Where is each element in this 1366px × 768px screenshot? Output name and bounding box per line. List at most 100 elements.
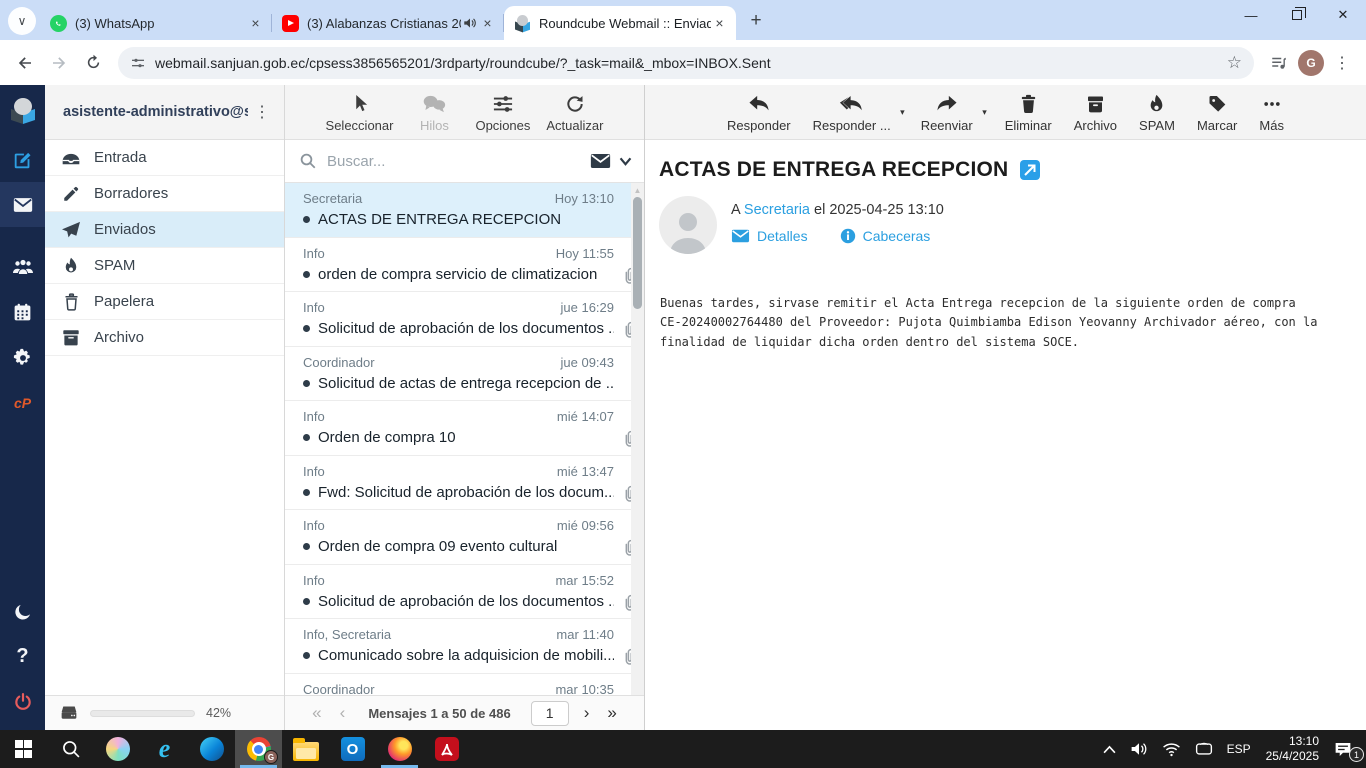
prev-page-button[interactable]: ‹ — [337, 703, 349, 723]
message-list-item[interactable]: Info mié 14:07 Orden de compra 10 — [285, 401, 644, 456]
mark-button[interactable]: Marcar — [1189, 93, 1245, 133]
reply-all-dropdown-icon[interactable]: ▾ — [900, 107, 905, 118]
list-toolbar: Seleccionar Hilos Opciones Actualizar — [285, 85, 644, 140]
firefox-icon[interactable] — [376, 730, 423, 768]
browser-tab[interactable]: Roundcube Webmail :: Enviados × — [504, 6, 736, 40]
search-scope[interactable] — [590, 153, 632, 169]
maximize-button[interactable] — [1274, 0, 1320, 30]
copilot-icon[interactable] — [94, 730, 141, 768]
acrobat-icon[interactable] — [423, 730, 470, 768]
url-text[interactable]: webmail.sanjuan.gob.ec/cpsess3856565201/… — [155, 55, 1212, 71]
message-date: mar 11:40 — [556, 627, 614, 642]
cast-icon[interactable] — [1188, 730, 1220, 768]
reply-all-button[interactable]: Responder ... ▾ — [805, 93, 905, 133]
message-list-item[interactable]: Info Hoy 11:55 orden de compra servicio de… — [285, 238, 644, 292]
message-list-item[interactable]: Info mié 09:56 Orden de compra 09 evento c… — [285, 510, 644, 565]
next-page-button[interactable]: › — [581, 703, 593, 723]
help-icon[interactable]: ? — [0, 634, 45, 679]
volume-icon[interactable] — [1123, 730, 1155, 768]
spam-button[interactable]: SPAM — [1131, 93, 1183, 133]
archive-button[interactable]: Archivo — [1066, 93, 1125, 133]
tab-search-button[interactable]: ∨ — [8, 7, 36, 35]
refresh-list-button[interactable]: Actualizar — [542, 93, 607, 133]
minimize-button[interactable]: — — [1228, 0, 1274, 30]
message-subject-text: Comunicado sobre la adquisicion de mobil… — [318, 647, 614, 664]
internet-explorer-icon[interactable]: e — [141, 730, 188, 768]
folder-item-enviados[interactable]: Enviados — [45, 212, 284, 248]
refresh-button[interactable] — [78, 48, 108, 78]
taskbar-time: 13:10 — [1288, 734, 1319, 748]
last-page-button[interactable]: » — [604, 703, 619, 723]
logout-icon[interactable] — [0, 679, 45, 724]
forward-dropdown-icon[interactable]: ▾ — [982, 107, 987, 118]
folder-item-spam[interactable]: SPAM — [45, 248, 284, 284]
delete-button[interactable]: Eliminar — [997, 93, 1060, 133]
message-view: ACTAS DE ENTREGA RECEPCION A Secretaria … — [645, 140, 1366, 352]
forward-button[interactable] — [44, 48, 74, 78]
notification-center-icon[interactable]: 1 — [1327, 730, 1366, 768]
account-menu-icon[interactable]: ⋮ — [248, 102, 276, 122]
page-number-input[interactable] — [530, 700, 569, 726]
start-button[interactable] — [0, 730, 47, 768]
chrome-icon[interactable]: G — [235, 730, 282, 768]
media-controls-icon[interactable] — [1264, 48, 1294, 78]
taskbar-search-icon[interactable] — [47, 730, 94, 768]
details-toggle[interactable]: Detalles — [731, 228, 808, 244]
message-from: Coordinador — [303, 681, 375, 696]
tray-chevron-icon[interactable] — [1096, 730, 1123, 768]
site-info-icon[interactable] — [130, 55, 146, 71]
cpanel-icon[interactable]: cP — [0, 380, 45, 425]
browser-tab[interactable]: (3) WhatsApp × — [40, 6, 272, 40]
edge-icon[interactable] — [188, 730, 235, 768]
bookmark-star-icon[interactable]: ☆ — [1221, 53, 1248, 73]
scroll-up-icon[interactable]: ▲ — [631, 183, 644, 195]
wifi-icon[interactable] — [1155, 730, 1188, 768]
message-list-item[interactable]: Info, Secretaria mar 11:40 Comunicado sobr… — [285, 619, 644, 674]
search-input[interactable] — [327, 152, 580, 170]
dark-mode-icon[interactable] — [0, 589, 45, 634]
message-list-item[interactable]: Info mar 15:52 Solicitud de aprobación de … — [285, 565, 644, 619]
scrollbar-thumb[interactable] — [633, 197, 642, 309]
open-in-new-window-icon[interactable] — [1020, 160, 1041, 180]
browser-profile-avatar[interactable]: G — [1298, 49, 1324, 76]
outlook-icon[interactable] — [329, 730, 376, 768]
recipient-link[interactable]: Secretaria — [744, 202, 810, 218]
first-page-button[interactable]: « — [309, 703, 324, 723]
taskbar-clock[interactable]: 13:10 25/4/2025 — [1258, 734, 1327, 764]
message-list-item[interactable]: Info mié 13:47 Fwd: Solicitud de aprobació… — [285, 456, 644, 510]
options-button[interactable]: Opciones — [471, 93, 534, 133]
new-tab-button[interactable]: + — [742, 7, 770, 35]
folder-item-borradores[interactable]: Borradores — [45, 176, 284, 212]
browser-menu-icon[interactable]: ⋮ — [1328, 53, 1356, 73]
folder-item-papelera[interactable]: Papelera — [45, 284, 284, 320]
settings-nav-icon[interactable] — [0, 335, 45, 380]
threads-button[interactable]: Hilos — [405, 93, 463, 133]
folder-item-entrada[interactable]: Entrada — [45, 140, 284, 176]
message-list-item[interactable]: Info jue 16:29 Solicitud de aprobación de … — [285, 292, 644, 347]
storage-icon — [59, 704, 79, 722]
compose-button[interactable] — [0, 137, 45, 182]
tab-close-icon[interactable]: × — [247, 15, 264, 32]
message-list-item[interactable]: Coordinador mar 10:35 — [285, 674, 644, 696]
tab-close-icon[interactable]: × — [711, 15, 728, 32]
message-list-item[interactable]: Secretaria Hoy 13:10 ACTAS DE ENTREGA RECE… — [285, 183, 644, 238]
forward-button[interactable]: Reenviar ▾ — [913, 93, 987, 133]
calendar-nav-icon[interactable] — [0, 290, 45, 335]
headers-toggle[interactable]: Cabeceras — [840, 228, 930, 244]
select-button[interactable]: Seleccionar — [322, 93, 398, 133]
back-button[interactable] — [10, 48, 40, 78]
reply-button[interactable]: Responder — [719, 93, 799, 133]
contacts-nav-icon[interactable] — [0, 245, 45, 290]
message-list-item[interactable]: Coordinador jue 09:43 Solicitud de actas d… — [285, 347, 644, 401]
tab-audio-icon[interactable] — [463, 17, 477, 29]
mail-nav-icon[interactable] — [0, 182, 45, 227]
folder-item-archivo[interactable]: Archivo — [45, 320, 284, 356]
url-bar[interactable]: webmail.sanjuan.gob.ec/cpsess3856565201/… — [118, 46, 1254, 79]
list-scrollbar[interactable]: ▲ — [631, 183, 644, 695]
file-explorer-icon[interactable] — [282, 730, 329, 768]
keyboard-language[interactable]: ESP — [1220, 730, 1258, 768]
close-button[interactable]: ✕ — [1320, 0, 1366, 30]
more-button[interactable]: Más — [1251, 93, 1292, 133]
tab-close-icon[interactable]: × — [479, 15, 496, 32]
browser-tab[interactable]: (3) Alabanzas Cristianas 202 × — [272, 6, 504, 40]
